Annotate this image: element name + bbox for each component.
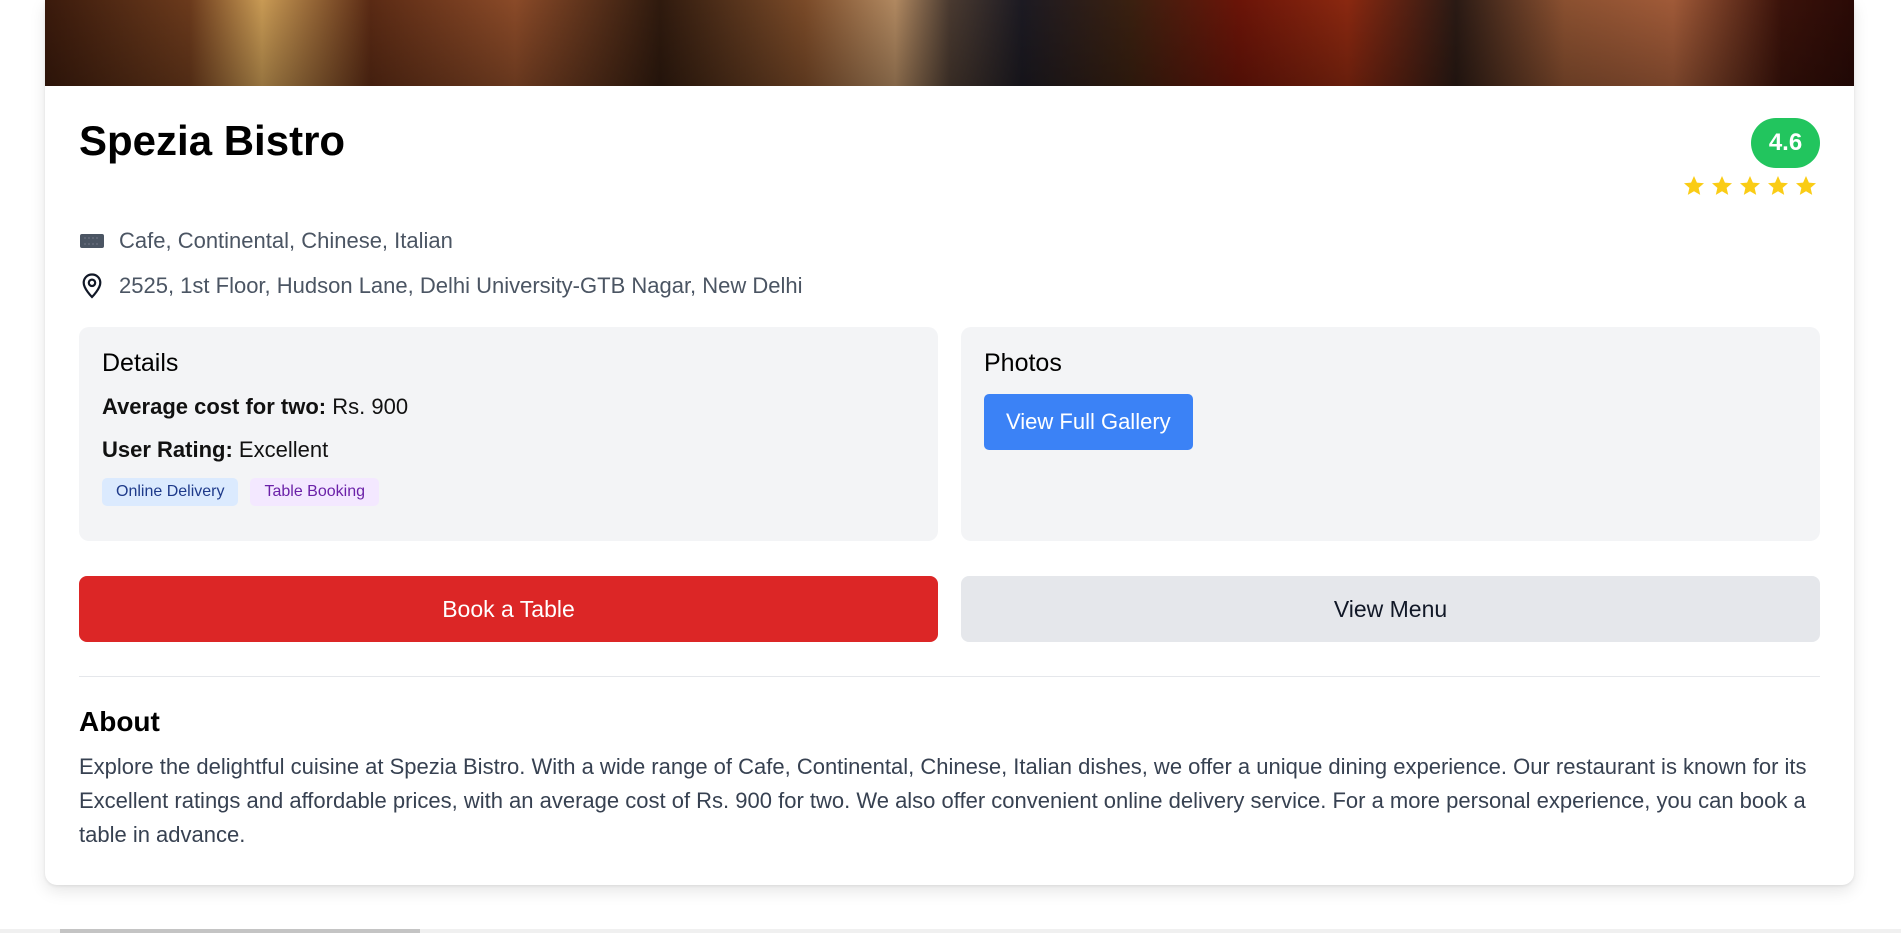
avg-cost-value: Rs. 900 (332, 394, 409, 419)
book-table-button[interactable]: Book a Table (79, 576, 938, 642)
view-menu-button[interactable]: View Menu (961, 576, 1820, 642)
star-icon (1712, 176, 1732, 195)
view-gallery-button[interactable]: View Full Gallery (984, 394, 1193, 450)
restaurant-hero-image (45, 0, 1854, 86)
photos-panel: Photos View Full Gallery (961, 327, 1820, 541)
rating-section: 4.6 (1680, 118, 1820, 198)
restaurant-card: Spezia Bistro 4.6 Cafe, Continental, Chi… (45, 0, 1854, 885)
tag-table-booking: Table Booking (250, 478, 379, 506)
about-text: Explore the delightful cuisine at Spezia… (79, 754, 1807, 847)
tag-online-delivery: Online Delivery (102, 478, 239, 506)
about-heading: About (79, 706, 160, 737)
avg-cost-row: Average cost for two: Rs. 900 (102, 394, 915, 420)
user-rating-row: User Rating: Excellent (102, 437, 915, 463)
star-icon (1796, 176, 1816, 195)
avg-cost-label: Average cost for two: (102, 394, 327, 419)
details-panel: Details Average cost for two: Rs. 900 Us… (79, 327, 938, 541)
user-rating-value: Excellent (238, 437, 329, 462)
star-rating (1680, 174, 1818, 198)
details-heading: Details (102, 349, 179, 377)
star-icon (1740, 176, 1760, 195)
restaurant-name: Spezia Bistro (79, 117, 346, 164)
star-icon (1684, 176, 1704, 195)
cuisine-line: Cafe, Continental, Chinese, Italian (79, 228, 453, 254)
address-text: 2525, 1st Floor, Hudson Lane, Delhi Univ… (119, 273, 803, 298)
section-divider (79, 676, 1820, 677)
feature-tags: Online Delivery Table Booking (102, 478, 915, 506)
star-icon (1768, 176, 1788, 195)
user-rating-label: User Rating: (102, 437, 233, 462)
map-pin-icon (79, 273, 105, 299)
photos-heading: Photos (984, 349, 1062, 377)
cuisine-text: Cafe, Continental, Chinese, Italian (119, 228, 453, 253)
utensils-icon (79, 228, 105, 254)
address-line: 2525, 1st Floor, Hudson Lane, Delhi Univ… (79, 273, 803, 299)
rating-badge: 4.6 (1751, 118, 1820, 168)
horizontal-scrollbar[interactable] (0, 929, 1901, 933)
scrollbar-thumb[interactable] (60, 929, 420, 933)
